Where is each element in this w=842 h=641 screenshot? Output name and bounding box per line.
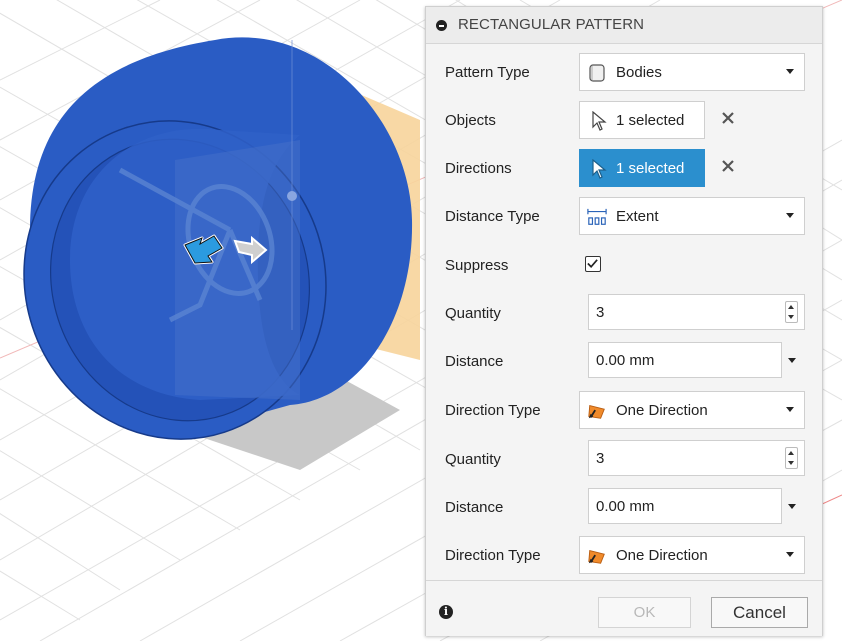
distance-type-row: Distance Type Extent (426, 193, 822, 241)
direction-type-dropdown[interactable]: One Direction (579, 536, 805, 574)
direction-type-row-2: Direction Type One Direction (426, 532, 822, 580)
close-icon[interactable] (721, 111, 735, 125)
spinner-icon[interactable] (785, 447, 798, 469)
quantity-row-1: Quantity 3 (426, 290, 822, 338)
extent-icon (587, 208, 607, 225)
ok-button[interactable]: OK (598, 597, 691, 628)
objects-row: Objects 1 selected (426, 97, 822, 145)
suppress-row: Suppress (426, 242, 822, 290)
suppress-label: Suppress (445, 257, 509, 274)
distance-label: Distance (445, 499, 504, 516)
directions-row: Directions 1 selected (426, 145, 822, 193)
direction-type-row-1: Direction Type One Direction (426, 387, 822, 435)
direction-icon (588, 404, 605, 419)
cancel-button[interactable]: Cancel (711, 597, 808, 628)
directions-value: 1 selected (616, 160, 685, 177)
chevron-down-icon (786, 69, 794, 74)
rectangular-pattern-dialog: RECTANGULAR PATTERN Pattern Type Bodies … (425, 6, 823, 636)
distance-input[interactable]: 0.00 mm (588, 488, 782, 524)
close-icon[interactable] (721, 159, 735, 173)
chevron-down-icon (786, 407, 794, 412)
quantity-stepper[interactable]: 3 (588, 440, 805, 476)
direction-type-value: One Direction (616, 402, 708, 419)
chevron-down-icon (786, 213, 794, 218)
pattern-type-dropdown[interactable]: Bodies (579, 53, 805, 91)
chevron-down-icon (786, 552, 794, 557)
dialog-header: RECTANGULAR PATTERN (426, 7, 822, 44)
cursor-icon (592, 111, 607, 131)
distance-type-label: Distance Type (445, 208, 540, 225)
chevron-down-icon[interactable] (788, 358, 796, 363)
suppress-checkbox[interactable] (585, 256, 601, 272)
distance-row-1: Distance 0.00 mm (426, 338, 822, 386)
quantity-row-2: Quantity 3 (426, 436, 822, 484)
distance-type-value: Extent (616, 208, 659, 225)
pattern-type-value: Bodies (616, 64, 662, 81)
quantity-label: Quantity (445, 451, 501, 468)
direction-icon (588, 549, 605, 564)
collapse-icon[interactable] (436, 20, 447, 31)
direction-type-value: One Direction (616, 547, 708, 564)
objects-label: Objects (445, 112, 496, 129)
objects-selection-button[interactable]: 1 selected (579, 101, 705, 139)
spinner-icon[interactable] (785, 301, 798, 323)
quantity-label: Quantity (445, 305, 501, 322)
directions-selection-button[interactable]: 1 selected (579, 149, 705, 187)
pattern-type-row: Pattern Type Bodies (426, 49, 822, 97)
direction-type-label: Direction Type (445, 402, 541, 419)
chevron-down-icon[interactable] (788, 504, 796, 509)
pattern-type-label: Pattern Type (445, 64, 530, 81)
quantity-value: 3 (596, 304, 605, 321)
distance-row-2: Distance 0.00 mm (426, 484, 822, 532)
dialog-title: RECTANGULAR PATTERN (458, 16, 645, 33)
dialog-footer: i OK Cancel (426, 580, 822, 636)
info-icon[interactable]: i (439, 605, 453, 619)
quantity-stepper[interactable]: 3 (588, 294, 805, 330)
direction-type-label: Direction Type (445, 547, 541, 564)
body-icon (589, 64, 605, 82)
distance-value: 0.00 mm (596, 352, 655, 369)
directions-label: Directions (445, 160, 512, 177)
distance-input[interactable]: 0.00 mm (588, 342, 782, 378)
checkbox-check-icon (587, 259, 598, 268)
objects-value: 1 selected (616, 112, 685, 129)
quantity-value: 3 (596, 450, 605, 467)
distance-label: Distance (445, 353, 504, 370)
direction-type-dropdown[interactable]: One Direction (579, 391, 805, 429)
distance-value: 0.00 mm (596, 498, 655, 515)
cursor-icon (592, 159, 607, 179)
distance-type-dropdown[interactable]: Extent (579, 197, 805, 235)
